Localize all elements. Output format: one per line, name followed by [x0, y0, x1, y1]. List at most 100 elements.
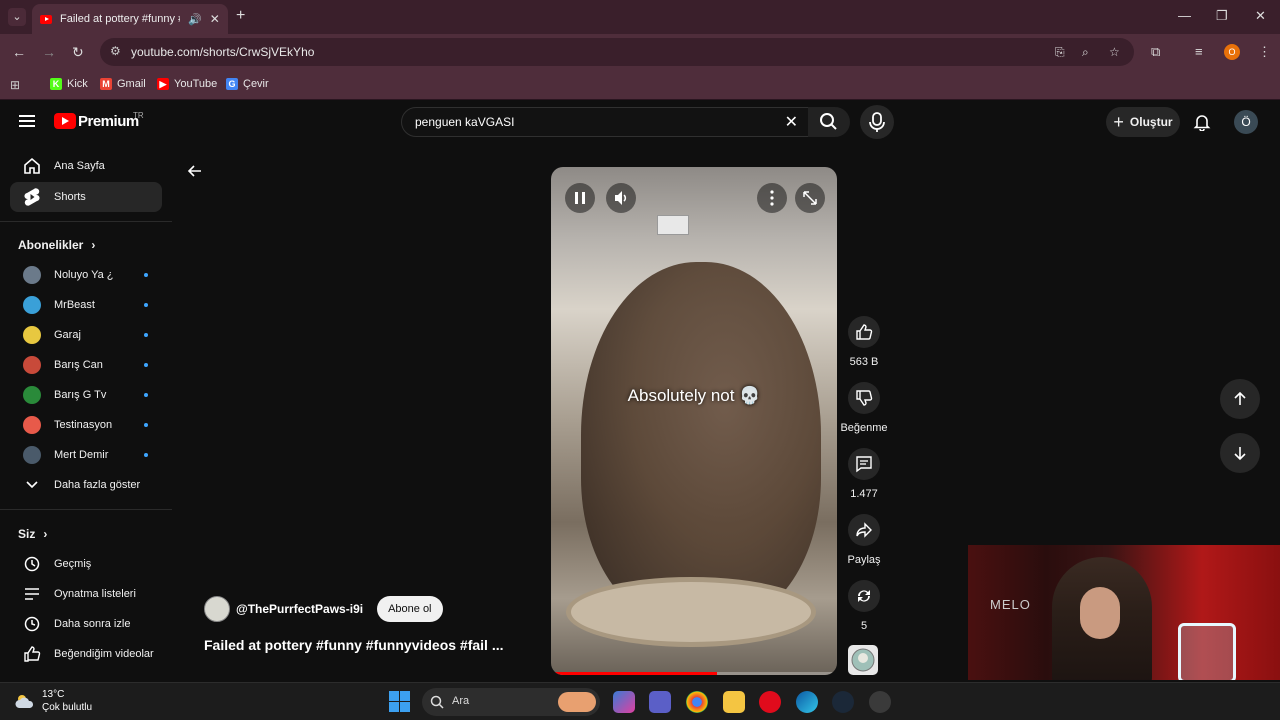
create-button[interactable]: + Oluştur: [1106, 107, 1180, 137]
back-arrow-button[interactable]: [186, 162, 204, 185]
comments-button[interactable]: [848, 448, 880, 480]
start-button[interactable]: [389, 691, 410, 717]
apps-grid-icon[interactable]: ⊞: [10, 78, 20, 92]
tab-close-icon[interactable]: ✕: [210, 12, 220, 26]
sidebar-item-label: Garaj: [54, 329, 81, 341]
new-content-dot: [144, 303, 148, 307]
taskbar-search[interactable]: Ara: [422, 688, 600, 716]
tray-app-icon[interactable]: [869, 691, 891, 713]
sidebar-item-label: Oynatma listeleri: [54, 588, 136, 600]
copilot-icon[interactable]: [613, 691, 635, 713]
search-button[interactable]: [808, 107, 850, 137]
channel-name[interactable]: @ThePurrfectPaws-i9i: [236, 602, 363, 616]
site-info-icon[interactable]: ⚙: [110, 44, 121, 58]
weather-widget[interactable]: 13°C Çok bulutlu: [14, 688, 92, 714]
remix-icon: [858, 590, 870, 602]
address-bar[interactable]: ⚙ youtube.com/shorts/CrwSjVEkYho ⎘ ⌕ ☆: [100, 38, 1134, 66]
extensions-icon[interactable]: ⧉: [1151, 44, 1160, 60]
subscribe-button[interactable]: Abone ol: [377, 596, 443, 622]
sidebar-item-subscription[interactable]: Barış G Tv: [10, 380, 162, 410]
youtube-logo-icon[interactable]: [54, 113, 76, 129]
audio-playing-icon[interactable]: 🔊: [188, 13, 202, 26]
sidebar-item-subscription[interactable]: MrBeast: [10, 290, 162, 320]
hamburger-menu-icon[interactable]: [19, 115, 35, 127]
sidebar-item-playlist[interactable]: Oynatma listeleri: [10, 579, 162, 609]
sidebar-item-subscription[interactable]: Barış Can: [10, 350, 162, 380]
next-short-button[interactable]: [1220, 433, 1260, 473]
bookmark-3[interactable]: G Çevir: [226, 78, 269, 90]
new-tab-button[interactable]: +: [236, 7, 245, 25]
file-explorer-icon[interactable]: [723, 691, 745, 713]
like-button[interactable]: [848, 316, 880, 348]
channel-avatar-icon: [23, 356, 41, 374]
progress-bar[interactable]: [551, 672, 837, 675]
browser-tab[interactable]: Failed at pottery #funny #fu 🔊 ✕: [32, 4, 228, 34]
bookmarks-bar: ⊞ K Kick M Gmail ▶ YouTube G Çevir: [0, 70, 1280, 100]
chevron-down-icon: [26, 481, 38, 489]
bookmark-2[interactable]: ▶ YouTube: [157, 78, 217, 90]
edge-icon[interactable]: [796, 691, 818, 713]
progress-fill: [551, 672, 717, 675]
opera-icon[interactable]: [759, 691, 781, 713]
channel-avatar[interactable]: [204, 596, 230, 622]
sidebar-item-label: Geçmiş: [54, 558, 92, 570]
tab-list-button[interactable]: ⌄: [8, 8, 26, 26]
clear-search-icon[interactable]: ✕: [785, 112, 798, 132]
fullscreen-button[interactable]: [795, 183, 825, 213]
bookmark-label: Çevir: [243, 78, 269, 90]
sidebar-item-shorts[interactable]: Shorts: [10, 182, 162, 212]
zoom-icon[interactable]: ⌕: [1082, 45, 1089, 60]
sidebar-item-watch-later[interactable]: Daha sonra izle: [10, 609, 162, 639]
show-more-button[interactable]: Daha fazla göster: [10, 470, 162, 500]
you-heading[interactable]: Siz ›: [18, 527, 47, 541]
previous-short-button[interactable]: [1220, 379, 1260, 419]
sidebar-item-home[interactable]: Ana Sayfa: [10, 151, 162, 181]
pause-button[interactable]: [565, 183, 595, 213]
more-options-button[interactable]: [757, 183, 787, 213]
shorts-video-player[interactable]: Absolutely not 💀: [551, 167, 837, 675]
teams-icon[interactable]: [649, 691, 671, 713]
subscriptions-heading[interactable]: Abonelikler ›: [18, 238, 95, 252]
notifications-button[interactable]: [1193, 113, 1211, 136]
sidebar-item-subscription[interactable]: Garaj: [10, 320, 162, 350]
remix-button[interactable]: [848, 580, 880, 612]
plus-icon: +: [1113, 111, 1124, 132]
install-app-icon[interactable]: ⎘: [1055, 45, 1065, 60]
sidebar-item-history[interactable]: Geçmiş: [10, 549, 162, 579]
back-button[interactable]: ←: [12, 44, 26, 60]
thumbs-up-icon: [856, 324, 873, 340]
sidebar-item-subscription[interactable]: Testinasyon: [10, 410, 162, 440]
search-icon: [820, 113, 837, 130]
sidebar-item-subscription[interactable]: Mert Demir: [10, 440, 162, 470]
steam-icon[interactable]: [832, 691, 854, 713]
forward-button[interactable]: →: [42, 44, 56, 60]
window-close-button[interactable]: ✕: [1255, 8, 1266, 24]
voice-search-button[interactable]: [860, 105, 894, 139]
share-action: Paylaş: [840, 514, 888, 566]
maximize-button[interactable]: ❐: [1216, 8, 1228, 24]
profile-avatar[interactable]: O: [1224, 44, 1240, 60]
youtube-header: Premium TR penguen kaVGASI ✕ + Oluştur Ö: [0, 100, 1280, 144]
bookmark-star-icon[interactable]: ☆: [1109, 45, 1120, 59]
dislike-button[interactable]: [848, 382, 880, 414]
media-control-icon[interactable]: ≡: [1195, 44, 1203, 59]
minimize-button[interactable]: —: [1178, 8, 1191, 23]
tab-title: Failed at pottery #funny #fu: [60, 13, 180, 25]
sidebar-item-liked[interactable]: Beğendiğim videolar: [10, 639, 162, 669]
video-title[interactable]: Failed at pottery #funny #funnyvideos #f…: [204, 637, 504, 653]
chrome-icon[interactable]: [686, 691, 708, 713]
search-input[interactable]: penguen kaVGASI ✕: [401, 107, 809, 137]
video-frame-wheel: [566, 577, 816, 647]
share-button[interactable]: [848, 514, 880, 546]
premium-logo-text[interactable]: Premium: [78, 113, 139, 130]
you-title: Siz: [18, 527, 36, 541]
volume-button[interactable]: [606, 183, 636, 213]
menu-icon[interactable]: ⋮: [1258, 44, 1271, 60]
bookmark-1[interactable]: M Gmail: [100, 78, 146, 90]
account-avatar[interactable]: Ö: [1234, 110, 1258, 134]
sidebar-item-subscription[interactable]: Noluyo Ya ¿: [10, 260, 162, 290]
sound-thumbnail[interactable]: [848, 645, 878, 675]
reload-button[interactable]: ↻: [72, 44, 84, 61]
bookmark-0[interactable]: K Kick: [50, 78, 88, 90]
channel-avatar-icon: [23, 446, 41, 464]
